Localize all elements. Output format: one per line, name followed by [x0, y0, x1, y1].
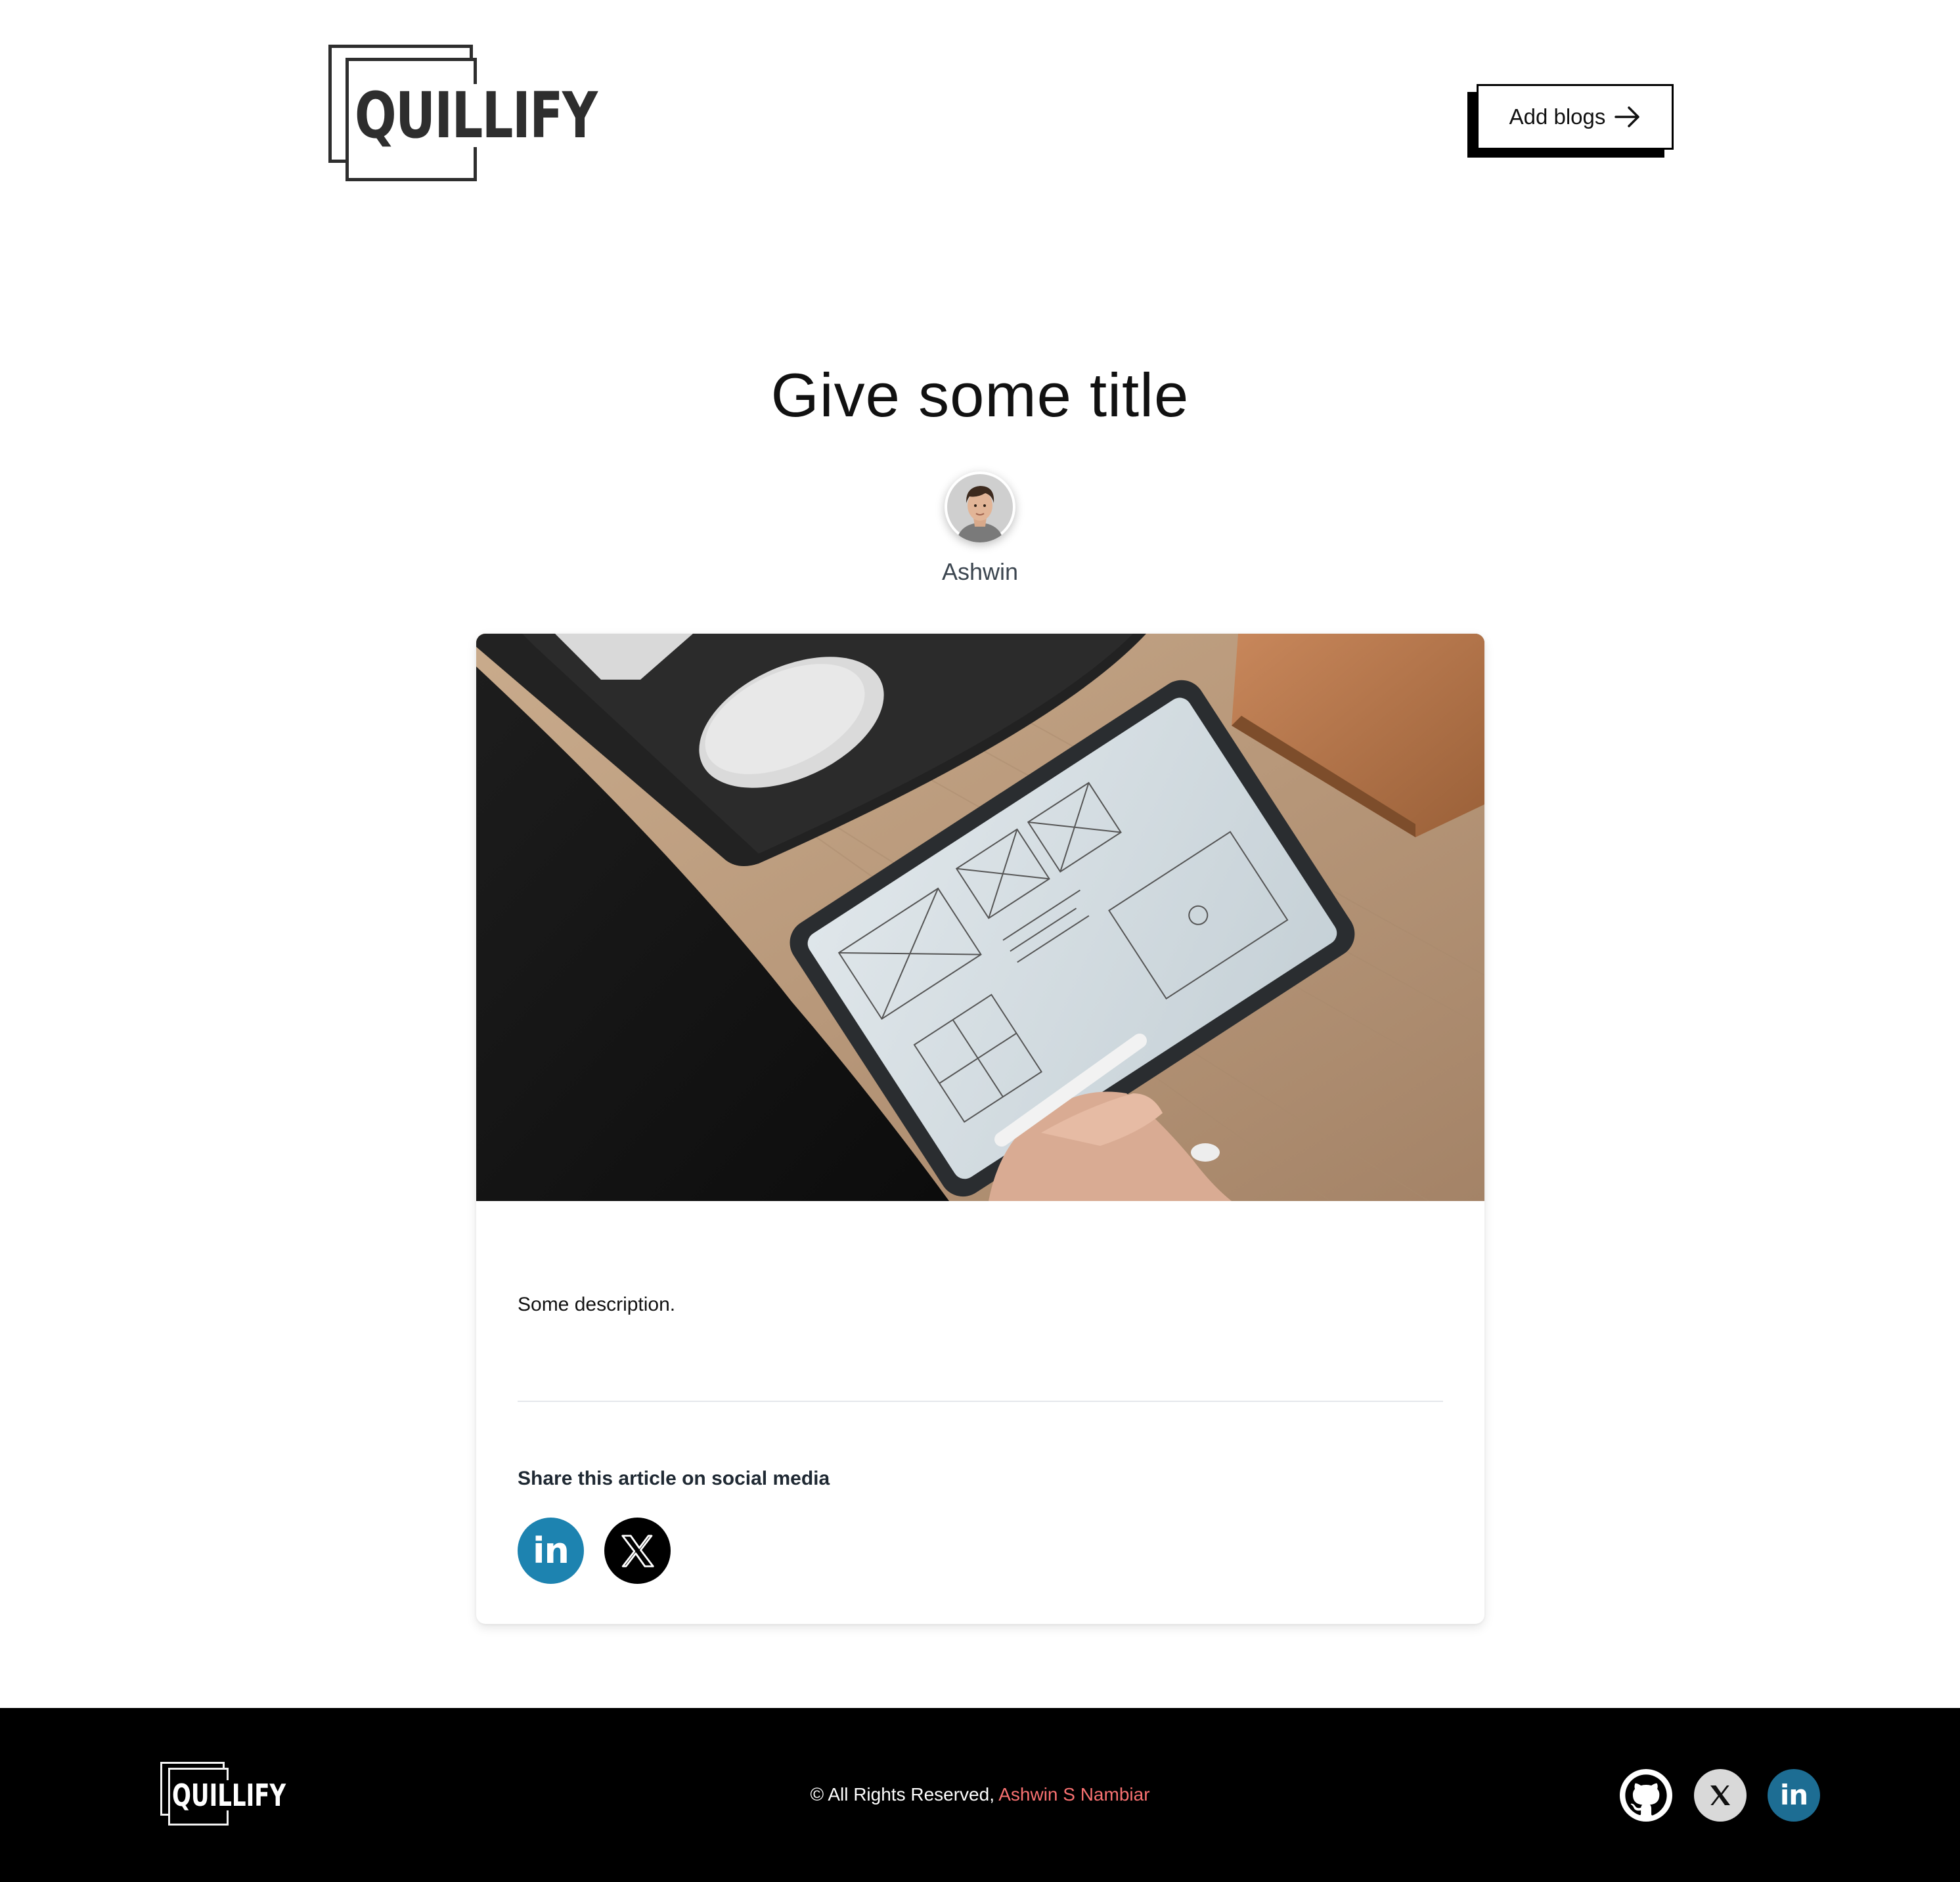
arrow-right-icon — [1615, 106, 1640, 127]
add-blogs-button[interactable]: Add blogs — [1477, 84, 1674, 150]
linkedin-icon: in — [533, 1529, 569, 1571]
post-title: Give some title — [770, 361, 1190, 429]
quillify-logo[interactable]: QUILLIFY — [328, 45, 601, 188]
share-label: Share this article on social media — [518, 1468, 830, 1489]
divider — [518, 1401, 1443, 1402]
author-name: Ashwin — [941, 558, 1019, 585]
hero-image — [476, 634, 1484, 1201]
logo-text: QUILLIFY — [355, 84, 601, 147]
footer-x-button[interactable] — [1694, 1769, 1747, 1822]
x-icon — [1710, 1785, 1730, 1805]
post-card: Some description. Share this article on … — [476, 634, 1484, 1624]
add-blogs-label: Add blogs — [1509, 104, 1606, 129]
share-x-button[interactable] — [604, 1518, 671, 1584]
linkedin-icon: in — [1779, 1779, 1808, 1811]
copyright-prefix: © All Rights Reserved, — [810, 1784, 999, 1805]
footer-linkedin-button[interactable]: in — [1768, 1769, 1820, 1822]
author-avatar — [945, 471, 1015, 542]
x-icon — [621, 1534, 654, 1567]
post-description: Some description. — [518, 1294, 676, 1315]
site-header: QUILLIFY Add blogs — [0, 0, 1960, 223]
copyright-author-link[interactable]: Ashwin S Nambiar — [998, 1784, 1149, 1805]
footer-github-button[interactable] — [1620, 1769, 1672, 1822]
hero-illustration — [476, 634, 1484, 1201]
share-linkedin-button[interactable]: in — [518, 1518, 584, 1584]
add-blogs-button-wrapper: Add blogs — [1467, 84, 1674, 158]
avatar-portrait — [947, 474, 1013, 542]
site-footer: QUILLIFY © All Rights Reserved, Ashwin S… — [0, 1708, 1960, 1882]
github-icon — [1625, 1774, 1667, 1816]
